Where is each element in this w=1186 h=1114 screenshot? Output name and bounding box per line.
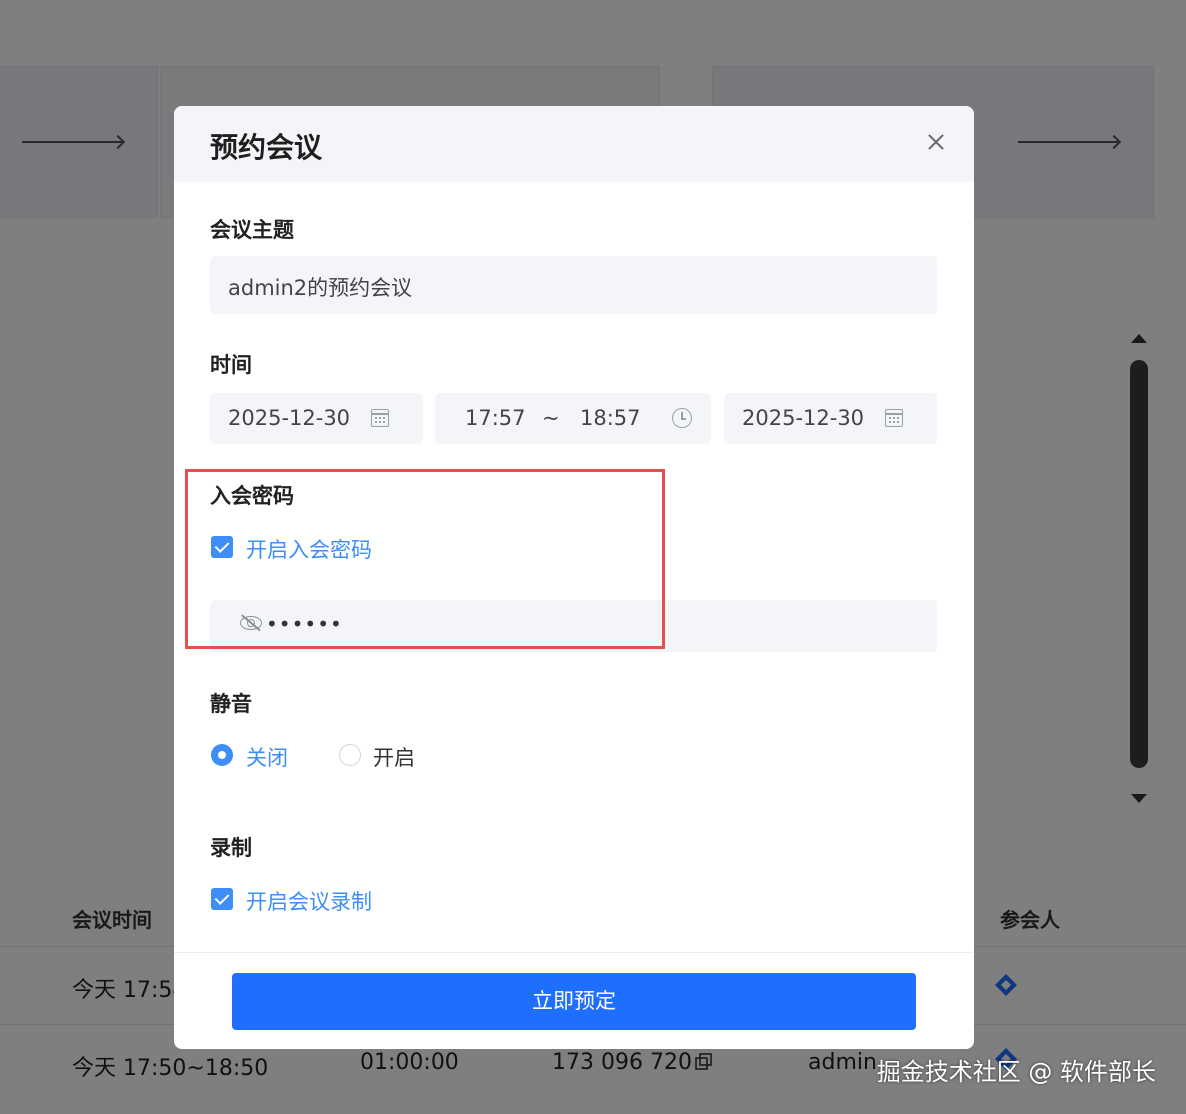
record-checkbox-label[interactable]: 开启会议录制: [246, 886, 372, 916]
mute-on-label[interactable]: 开启: [373, 742, 415, 772]
time-label: 时间: [210, 353, 252, 377]
calendar-icon: [371, 409, 389, 427]
mute-off-radio[interactable]: [211, 744, 233, 766]
clock-icon: [672, 408, 692, 428]
start-date-picker[interactable]: 2025-12-30: [210, 393, 423, 444]
topic-input[interactable]: admin2的预约会议: [210, 256, 937, 314]
footer-divider: [174, 952, 974, 953]
time-range-picker[interactable]: 17:57 ~ 18:57: [435, 393, 711, 444]
mute-on-radio[interactable]: [339, 744, 361, 766]
calendar-icon: [885, 409, 903, 427]
topic-input-value: admin2的预约会议: [228, 276, 413, 300]
mute-off-label[interactable]: 关闭: [246, 742, 288, 772]
end-date-picker[interactable]: 2025-12-30: [724, 393, 937, 444]
record-label: 录制: [210, 836, 252, 860]
dialog-title: 预约会议: [210, 131, 323, 164]
start-time-value: 17:57: [465, 406, 526, 430]
topic-label: 会议主题: [210, 218, 294, 242]
mute-label: 静音: [210, 692, 252, 716]
close-icon[interactable]: [922, 128, 950, 156]
dialog-header: 预约会议: [174, 106, 974, 182]
watermark: 掘金技术社区 @ 软件部长: [876, 1058, 1156, 1086]
end-date-value: 2025-12-30: [742, 406, 865, 430]
annotation-highlight-box: [185, 469, 665, 649]
time-separator: ~: [542, 406, 560, 430]
end-time-value: 18:57: [580, 406, 641, 430]
book-now-button[interactable]: 立即预定: [232, 973, 916, 1030]
record-checkbox[interactable]: [211, 888, 233, 910]
start-date-value: 2025-12-30: [228, 406, 351, 430]
schedule-meeting-dialog: 预约会议 会议主题 admin2的预约会议 时间 2025-12-30 17:5…: [174, 106, 974, 1049]
